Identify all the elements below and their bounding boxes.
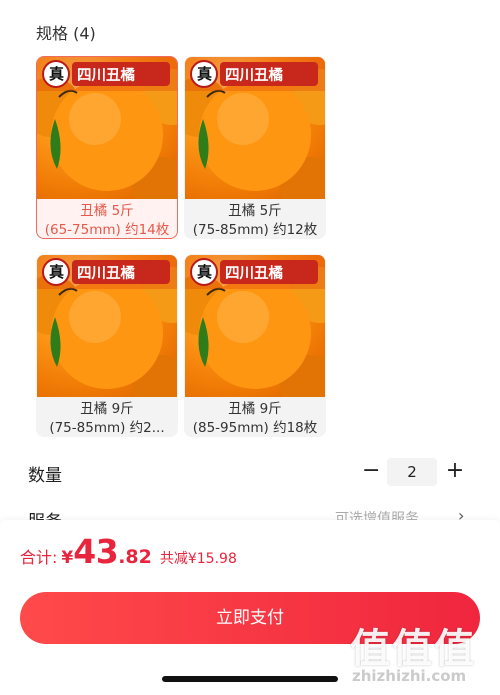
watermark: 值值值 zhizhizhi.com bbox=[348, 616, 496, 690]
brand-text: 四川丑橘 bbox=[77, 266, 135, 282]
total-amount-integer: 43 bbox=[73, 532, 119, 571]
spec-option-label: 丑橘 5斤 (75-85mm) 约12枚 bbox=[185, 202, 325, 238]
product-image: 真 四川丑橘 bbox=[37, 255, 177, 397]
quantity-increase-button[interactable]: + bbox=[445, 458, 465, 484]
brand-text: 四川丑橘 bbox=[77, 68, 135, 84]
order-total: 合计: ¥ 43 .82 共减¥15.98 bbox=[20, 532, 237, 578]
authentic-badge-text: 真 bbox=[48, 263, 64, 281]
authentic-badge-text: 真 bbox=[196, 65, 212, 83]
watermark-logo-text: 值值值 bbox=[350, 626, 476, 672]
product-image: 真 四川丑橘 bbox=[185, 255, 325, 397]
spec-option-0[interactable]: 真 四川丑橘 丑橘 5斤 (65-75mm) 约14枚 bbox=[36, 56, 178, 239]
product-image: 真 四川丑橘 bbox=[37, 57, 177, 199]
spec-option-2[interactable]: 真 四川丑橘 丑橘 9斤 (75-85mm) 约2... bbox=[36, 254, 178, 437]
spec-option-label: 丑橘 5斤 (65-75mm) 约14枚 bbox=[37, 202, 177, 238]
home-indicator bbox=[162, 676, 338, 682]
spec-option-label: 丑橘 9斤 (75-85mm) 约2... bbox=[37, 400, 177, 436]
quantity-input[interactable]: 2 bbox=[387, 458, 437, 486]
spec-option-name: 丑橘 9斤 bbox=[228, 401, 282, 417]
spec-option-name: 丑橘 5斤 bbox=[80, 203, 134, 219]
brand-text: 四川丑橘 bbox=[225, 68, 283, 84]
spec-sheet: 规格 (4) 真 四川丑橘 丑橘 5斤 (65-75mm) 约14枚 真 四川丑… bbox=[0, 0, 500, 695]
total-amount-decimal: .82 bbox=[118, 546, 152, 568]
spec-option-name: 丑橘 9斤 bbox=[80, 401, 134, 417]
discount-text: 共减¥15.98 bbox=[159, 551, 237, 567]
spec-option-detail: (85-95mm) 约18枚 bbox=[192, 420, 318, 436]
quantity-label: 数量 bbox=[28, 466, 62, 486]
spec-option-detail: (75-85mm) 约2... bbox=[49, 420, 165, 436]
authentic-badge-text: 真 bbox=[196, 263, 212, 281]
watermark-url: zhizhizhi.com bbox=[352, 667, 467, 685]
spec-title: 规格 (4) bbox=[36, 24, 96, 43]
spec-option-3[interactable]: 真 四川丑橘 丑橘 9斤 (85-95mm) 约18枚 bbox=[184, 254, 326, 437]
quantity-decrease-button[interactable]: − bbox=[362, 458, 380, 484]
total-label: 合计: bbox=[20, 548, 58, 567]
spec-option-detail: (65-75mm) 约14枚 bbox=[44, 222, 170, 238]
brand-text: 四川丑橘 bbox=[225, 266, 283, 282]
spec-option-detail: (75-85mm) 约12枚 bbox=[192, 222, 318, 238]
currency-symbol: ¥ bbox=[61, 548, 74, 568]
authentic-badge-text: 真 bbox=[48, 65, 64, 83]
product-image: 真 四川丑橘 bbox=[185, 57, 325, 199]
spec-option-name: 丑橘 5斤 bbox=[228, 203, 282, 219]
spec-option-1[interactable]: 真 四川丑橘 丑橘 5斤 (75-85mm) 约12枚 bbox=[184, 56, 326, 239]
spec-option-label: 丑橘 9斤 (85-95mm) 约18枚 bbox=[185, 400, 325, 436]
